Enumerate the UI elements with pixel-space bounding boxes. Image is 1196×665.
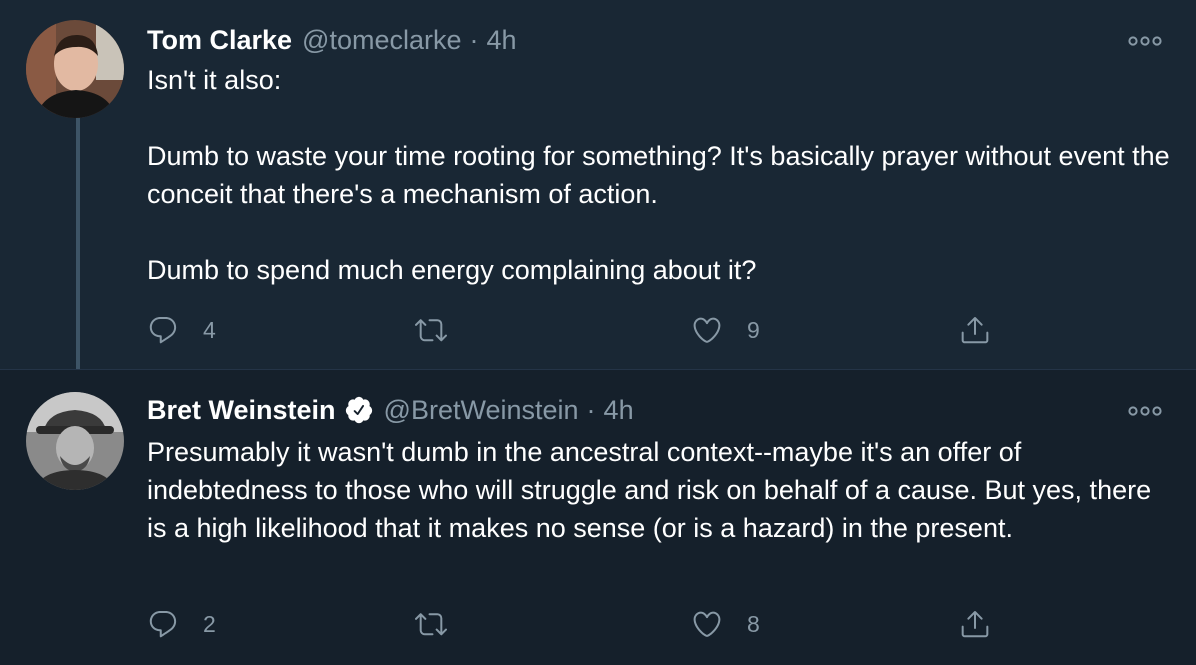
thread-connector-line bbox=[76, 118, 80, 369]
author-name[interactable]: Bret Weinstein bbox=[147, 392, 336, 428]
timestamp[interactable]: 4h bbox=[604, 392, 634, 428]
share-button[interactable] bbox=[959, 604, 991, 644]
like-button[interactable]: 9 bbox=[691, 310, 760, 350]
reply-count: 4 bbox=[203, 316, 216, 343]
retweet-icon bbox=[415, 319, 447, 342]
reply-button[interactable]: 4 bbox=[147, 310, 216, 350]
tweet[interactable]: Tom Clarke @tomeclarke · 4h Isn't it als… bbox=[0, 0, 1196, 369]
tweet-header: Bret Weinstein @BretWeinstein · 4h bbox=[147, 392, 634, 428]
timestamp[interactable]: 4h bbox=[487, 22, 517, 58]
like-icon bbox=[693, 317, 721, 343]
separator: · bbox=[586, 395, 596, 425]
tweet-actions: 4 9 bbox=[147, 310, 1007, 350]
more-options-icon[interactable] bbox=[1128, 404, 1162, 418]
verified-badge-icon bbox=[344, 395, 374, 425]
author-handle[interactable]: @BretWeinstein bbox=[384, 392, 579, 428]
reply-count: 2 bbox=[203, 610, 216, 637]
like-icon bbox=[693, 611, 721, 637]
retweet-button[interactable] bbox=[415, 310, 471, 350]
share-button[interactable] bbox=[959, 310, 991, 350]
author-handle[interactable]: @tomeclarke bbox=[302, 22, 461, 58]
like-count: 8 bbox=[747, 610, 760, 637]
retweet-icon bbox=[415, 613, 447, 636]
like-count: 9 bbox=[747, 316, 760, 343]
like-button[interactable]: 8 bbox=[691, 604, 760, 644]
reply-icon bbox=[149, 610, 177, 638]
separator: · bbox=[469, 25, 479, 55]
avatar[interactable] bbox=[26, 392, 124, 490]
reply-icon bbox=[149, 316, 177, 344]
reply-button[interactable]: 2 bbox=[147, 604, 216, 644]
more-options-icon[interactable] bbox=[1128, 34, 1162, 48]
tweet-text: Isn't it also: Dumb to waste your time r… bbox=[147, 65, 1170, 285]
tweet[interactable]: Bret Weinstein @BretWeinstein · 4h Presu… bbox=[0, 369, 1196, 665]
share-icon bbox=[961, 317, 989, 344]
avatar[interactable] bbox=[26, 20, 124, 118]
tweet-actions: 2 8 bbox=[147, 604, 1007, 644]
retweet-button[interactable] bbox=[415, 604, 471, 644]
author-name[interactable]: Tom Clarke bbox=[147, 22, 292, 58]
tweet-text: Presumably it wasn't dumb in the ancestr… bbox=[147, 437, 1152, 543]
tweet-header: Tom Clarke @tomeclarke · 4h bbox=[147, 22, 517, 58]
share-icon bbox=[961, 611, 989, 638]
